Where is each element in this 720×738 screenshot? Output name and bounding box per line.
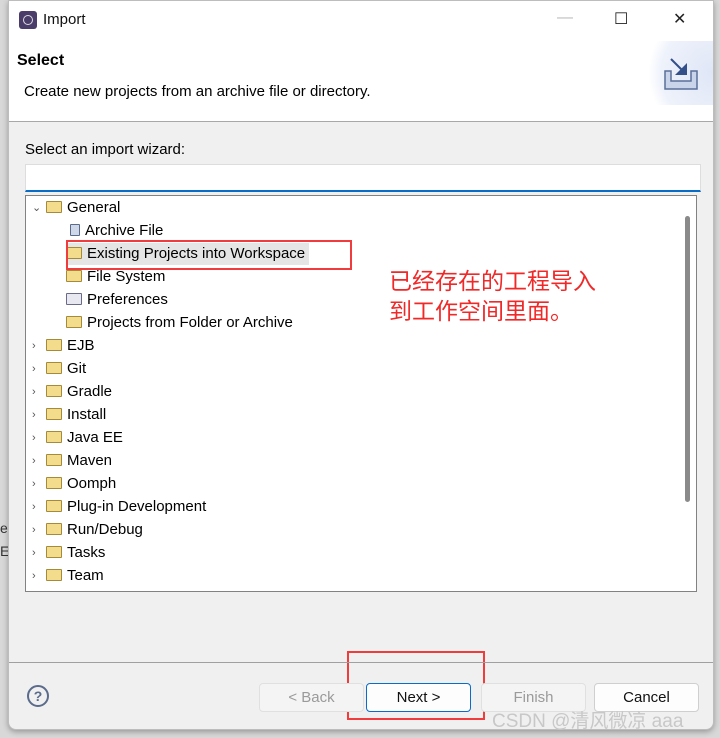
folder-icon [46, 431, 62, 443]
tree-item-label: File System [87, 268, 166, 285]
chevron-right-icon[interactable]: › [32, 496, 44, 518]
tree-item[interactable]: › Maven [32, 450, 113, 472]
tree-item[interactable]: › Plug-in Development [32, 496, 207, 518]
tree-item-label: Projects from Folder or Archive [87, 314, 293, 331]
watermark: CSDN @清风微凉 aaa [492, 711, 684, 732]
scrollbar[interactable] [685, 216, 690, 502]
folder-icon [46, 362, 62, 374]
highlight-box [66, 240, 352, 270]
tree-item[interactable]: › Oomph [32, 473, 117, 495]
folder-icon [66, 270, 82, 282]
folder-icon [46, 546, 62, 558]
folder-icon [46, 500, 62, 512]
tree-item-label: Java EE [67, 429, 123, 446]
chevron-right-icon[interactable]: › [32, 519, 44, 541]
tree-item-label: Git [67, 360, 87, 377]
tree-item[interactable]: › Tasks [32, 542, 106, 564]
tree-item-label: Install [67, 406, 107, 423]
tree-item-label: Gradle [67, 383, 113, 400]
tree-item[interactable]: › Team [32, 565, 104, 587]
chevron-down-icon[interactable]: ⌄ [32, 197, 44, 219]
tree-item[interactable]: › Gradle [32, 381, 113, 403]
tree-item[interactable]: › Java EE [32, 427, 123, 449]
folder-icon [46, 523, 62, 535]
tree-item[interactable]: › Run/Debug [32, 519, 143, 541]
annotation-line: 已经存在的工程导入 [389, 268, 596, 294]
help-icon[interactable]: ? [27, 685, 49, 707]
preferences-icon [66, 293, 82, 305]
annotation: 已经存在的工程导入 到工作空间里面。 [389, 266, 596, 326]
close-button[interactable]: ✕ [673, 9, 686, 29]
tree-item-label: Run/Debug [67, 521, 143, 538]
folder-icon [46, 569, 62, 581]
window-title: Import [43, 11, 86, 28]
annotation-line: 到工作空间里面。 [389, 298, 573, 324]
chevron-right-icon[interactable]: › [32, 358, 44, 380]
maximize-button[interactable]: ☐ [614, 9, 628, 29]
folder-open-icon [46, 201, 62, 213]
title-bar: Import — ☐ ✕ [9, 1, 713, 41]
minimize-button[interactable]: — [557, 9, 573, 27]
divider [9, 662, 713, 663]
next-button[interactable]: Next > [366, 683, 471, 712]
wizard-header: Select Create new projects from an archi… [9, 41, 713, 122]
page-description: Create new projects from an archive file… [24, 83, 371, 100]
folder-icon [46, 454, 62, 466]
folder-icon [46, 339, 62, 351]
archive-icon-icon [70, 224, 80, 236]
filter-input[interactable] [25, 164, 701, 192]
tree-item-label: Archive File [85, 222, 164, 239]
tree-item-label: Tasks [67, 544, 106, 561]
tree-item[interactable]: Projects from Folder or Archive [66, 312, 293, 334]
chevron-right-icon[interactable]: › [32, 473, 44, 495]
folder-icon [46, 477, 62, 489]
tree-item-label: Preferences [87, 291, 168, 308]
folder-icon [46, 408, 62, 420]
chevron-right-icon[interactable]: › [32, 335, 44, 357]
chevron-right-icon[interactable]: › [32, 565, 44, 587]
tree-item-label: Team [67, 567, 104, 584]
chevron-right-icon[interactable]: › [32, 542, 44, 564]
tree-item[interactable]: › EJB [32, 335, 95, 357]
background-text: e [0, 520, 8, 536]
import-dialog: Import — ☐ ✕ Select Create new projects … [8, 0, 714, 730]
chevron-right-icon[interactable]: › [32, 381, 44, 403]
wizard-label: Select an import wizard: [25, 141, 186, 158]
eclipse-icon [19, 11, 37, 29]
page-title: Select [17, 52, 65, 69]
tree-item-label: EJB [67, 337, 95, 354]
tree-item-label: Maven [67, 452, 113, 469]
chevron-right-icon[interactable]: › [32, 404, 44, 426]
tree-item-label: Oomph [67, 475, 117, 492]
import-banner-icon [633, 41, 713, 105]
chevron-right-icon[interactable]: › [32, 450, 44, 472]
tree-item-label: Plug-in Development [67, 498, 207, 515]
back-button[interactable]: < Back [259, 683, 364, 712]
tree-item-label: General [67, 199, 121, 216]
folder-icon [66, 316, 82, 328]
chevron-right-icon[interactable]: › [32, 427, 44, 449]
tree-item[interactable]: › Git [32, 358, 87, 380]
tree-item[interactable]: Archive File [66, 220, 163, 242]
tree-item[interactable]: ⌄ General [32, 197, 121, 219]
tree-item[interactable]: › Install [32, 404, 107, 426]
tree-item[interactable]: Preferences [66, 289, 168, 311]
folder-icon [46, 385, 62, 397]
